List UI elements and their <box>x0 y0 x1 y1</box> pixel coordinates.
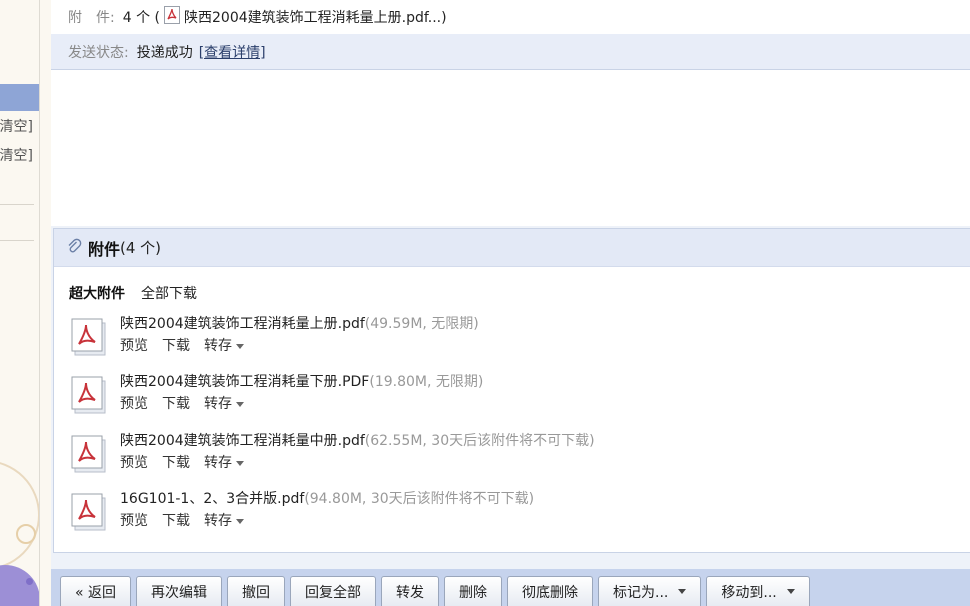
caret-down-icon <box>678 589 687 594</box>
attachment-meta: (62.55M, 30天后该附件将不可下载) <box>364 433 595 449</box>
attachment-item: 陕西2004建筑装饰工程消耗量上册.pdf(49.59M, 无限期) 预览 下载… <box>70 313 950 359</box>
sidebar-divider <box>0 240 34 241</box>
download-link[interactable]: 下载 <box>162 452 190 472</box>
save-to-dropdown[interactable]: 转存 <box>204 452 244 472</box>
sidebar-decoration <box>0 565 39 606</box>
sidebar-decoration <box>16 524 36 544</box>
pdf-file-icon <box>70 434 110 474</box>
download-link[interactable]: 下载 <box>162 393 190 413</box>
move-to-label: 移动到... <box>721 584 777 601</box>
super-attachment-label: 超大附件 <box>69 286 125 302</box>
caret-down-icon <box>786 589 795 594</box>
pdf-icon <box>164 6 180 28</box>
attachment-actions: 预览 下载 转存 <box>120 452 244 472</box>
delete-permanently-button[interactable]: 彻底删除 <box>507 576 594 606</box>
download-link[interactable]: 下载 <box>162 335 190 355</box>
attachment-panel-count: (4 个) <box>120 239 162 257</box>
view-details-link[interactable]: [查看详情] <box>199 42 266 62</box>
attachment-filename[interactable]: 陕西2004建筑装饰工程消耗量上册.pdf <box>120 316 365 332</box>
sidebar-selected-item[interactable] <box>0 84 39 111</box>
preview-link[interactable]: 预览 <box>120 393 148 413</box>
send-status-row: 发送状态: 投递成功 [查看详情] <box>51 34 970 70</box>
attachment-panel-title: 附件 <box>88 239 121 259</box>
move-to-dropdown[interactable]: 移动到... <box>706 576 810 606</box>
save-to-label: 转存 <box>204 513 232 529</box>
attachment-links: 超大附件 全部下载 <box>69 283 197 303</box>
delete-button[interactable]: 删除 <box>444 576 503 606</box>
recall-button[interactable]: 撤回 <box>227 576 286 606</box>
send-status-label: 发送状态: <box>68 44 129 61</box>
attachment-count: 4 个 ( <box>122 10 160 26</box>
attachment-panel: 附件 (4 个) 超大附件 全部下载 陕西2004建筑装饰工程消耗量上册.pdf… <box>53 228 970 553</box>
save-to-label: 转存 <box>204 455 232 471</box>
forward-button[interactable]: 转发 <box>381 576 440 606</box>
attachment-actions: 预览 下载 转存 <box>120 510 244 530</box>
attachment-item: 陕西2004建筑装饰工程消耗量下册.PDF(19.80M, 无限期) 预览 下载… <box>70 371 950 417</box>
attachment-meta: (19.80M, 无限期) <box>369 374 484 390</box>
caret-down-icon <box>236 460 244 466</box>
mark-as-dropdown[interactable]: 标记为... <box>598 576 702 606</box>
reply-all-button[interactable]: 回复全部 <box>290 576 377 606</box>
save-to-dropdown[interactable]: 转存 <box>204 335 244 355</box>
sidebar-clear-link-2[interactable]: 清空] <box>0 145 33 165</box>
mail-action-toolbar: « 返回 再次编辑 撤回 回复全部 转发 删除 彻底删除 标记为... 移动到.… <box>51 569 970 606</box>
sidebar-clear-link-1[interactable]: 清空] <box>0 116 33 136</box>
download-link[interactable]: 下载 <box>162 510 190 530</box>
caret-down-icon <box>236 343 244 349</box>
attachment-meta: (94.80M, 30天后该附件将不可下载) <box>304 491 535 507</box>
back-button[interactable]: « 返回 <box>60 576 132 606</box>
sidebar-divider <box>0 204 34 205</box>
mail-body <box>51 70 970 226</box>
send-status-value: 投递成功 <box>136 44 193 61</box>
edit-again-button[interactable]: 再次编辑 <box>136 576 223 606</box>
attachment-actions: 预览 下载 转存 <box>120 335 244 355</box>
save-to-dropdown[interactable]: 转存 <box>204 393 244 413</box>
attachment-item: 16G101-1、2、3合并版.pdf(94.80M, 30天后该附件将不可下载… <box>70 488 950 534</box>
attachment-label: 附 件: <box>68 10 115 26</box>
left-sidebar: 清空] 清空] <box>0 0 40 606</box>
sidebar-decoration <box>26 578 33 585</box>
mark-as-label: 标记为... <box>613 584 669 601</box>
caret-down-icon <box>236 518 244 524</box>
save-to-label: 转存 <box>204 396 232 412</box>
attachment-item: 陕西2004建筑装饰工程消耗量中册.pdf(62.55M, 30天后该附件将不可… <box>70 430 950 476</box>
save-to-label: 转存 <box>204 338 232 354</box>
mail-read-pane: 附 件: 4 个 ( 陕西2004建筑装饰工程消耗量上册.pdf...) 发送状… <box>51 0 970 606</box>
attachment-filename[interactable]: 陕西2004建筑装饰工程消耗量中册.pdf <box>120 433 365 449</box>
attachment-actions: 预览 下载 转存 <box>120 393 244 413</box>
attachment-filename[interactable]: 16G101-1、2、3合并版.pdf <box>120 491 304 507</box>
sidebar-decoration <box>0 460 39 570</box>
preview-link[interactable]: 预览 <box>120 452 148 472</box>
pdf-file-icon <box>70 317 110 357</box>
sidebar-gap <box>40 0 51 606</box>
pdf-file-icon <box>70 492 110 532</box>
caret-down-icon <box>236 401 244 407</box>
download-all-link[interactable]: 全部下载 <box>141 283 197 303</box>
attachment-summary-row: 附 件: 4 个 ( 陕西2004建筑装饰工程消耗量上册.pdf...) <box>51 0 970 34</box>
attachment-first-file-link[interactable]: 陕西2004建筑装饰工程消耗量上册.pdf...) <box>184 7 447 27</box>
save-to-dropdown[interactable]: 转存 <box>204 510 244 530</box>
attachment-panel-header: 附件 (4 个) <box>54 229 970 267</box>
paperclip-icon <box>66 238 82 258</box>
preview-link[interactable]: 预览 <box>120 335 148 355</box>
attachment-filename[interactable]: 陕西2004建筑装饰工程消耗量下册.PDF <box>120 374 369 390</box>
attachment-meta: (49.59M, 无限期) <box>364 316 479 332</box>
pdf-file-icon <box>70 375 110 415</box>
preview-link[interactable]: 预览 <box>120 510 148 530</box>
